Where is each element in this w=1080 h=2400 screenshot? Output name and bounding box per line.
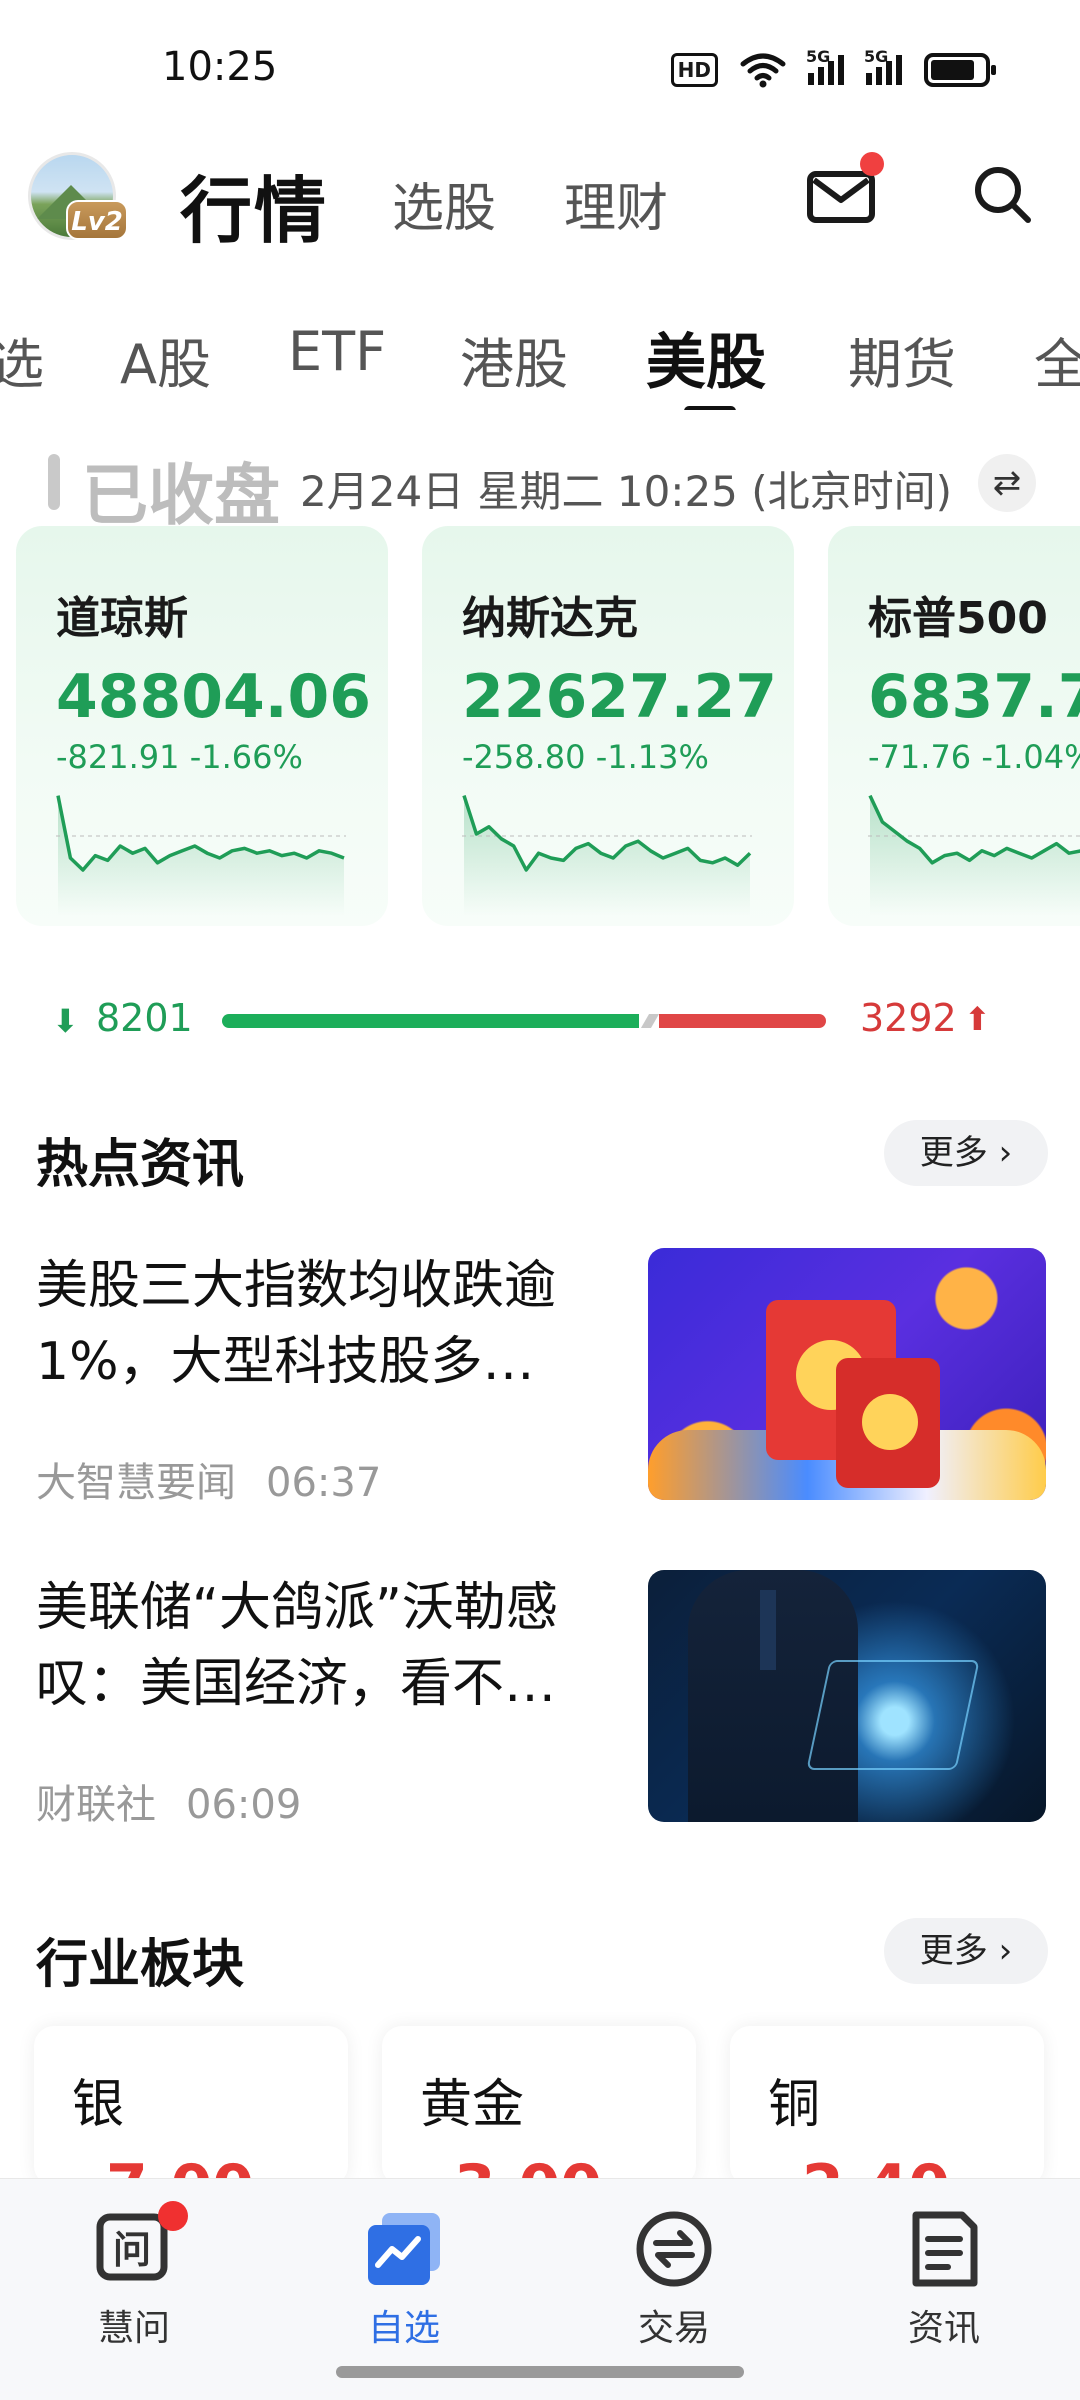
news-source: 财联社 (36, 1782, 156, 1828)
down-arrow-icon: ⬇ (52, 1002, 79, 1040)
nav-trade[interactable]: 交易 (604, 2209, 744, 2351)
sectors-more-button[interactable]: 更多 › (884, 1918, 1048, 1984)
status-bar-accent (48, 454, 60, 510)
home-indicator[interactable] (336, 2366, 744, 2378)
signal-label-2: 5G (864, 47, 889, 66)
index-sparkline (868, 794, 1080, 916)
breadth-down-segment (222, 1014, 639, 1028)
advance-decline-bar[interactable]: ⬇ 8201 3292 ⬆ (0, 990, 1080, 1050)
nav-ask[interactable]: 问 慧问 (64, 2201, 204, 2351)
hd-icon: HD (670, 53, 718, 87)
status-bar: 10:25 HD 5G 5G (0, 0, 1080, 140)
sectors-title: 行业板块 (36, 1935, 245, 1995)
tab-all[interactable]: 全 (1034, 320, 1080, 399)
search-icon[interactable] (970, 162, 1036, 228)
index-change: -258.80 -1.13% (462, 738, 709, 776)
sector-name: 铜 (768, 2075, 821, 2135)
index-change: -71.76 -1.04% (868, 738, 1080, 776)
index-value: 22627.27 (462, 662, 778, 732)
tab-futures[interactable]: 期货 (848, 320, 956, 399)
news-source: 大智慧要闻 (36, 1460, 236, 1506)
tab-us-stocks[interactable]: 美股 (646, 314, 766, 401)
breadth-flat-segment (640, 1014, 660, 1028)
sector-card[interactable]: 黄金 3.00 (382, 2026, 696, 2186)
sector-name: 银 (72, 2075, 125, 2135)
tab-etf[interactable]: ETF (288, 320, 386, 383)
tab-wealth[interactable]: 理财 (564, 166, 668, 241)
hot-news-title: 热点资讯 (36, 1135, 245, 1195)
market-status-row: 已收盘 2月24日 星期二 10:25 (北京时间) ⇄ (0, 440, 1080, 534)
tab-watchlist[interactable]: 选 (0, 320, 44, 399)
index-value: 6837.75 (868, 662, 1080, 732)
news-time: 06:37 (266, 1460, 382, 1506)
page-title[interactable]: 行情 (180, 152, 328, 257)
breadth-up-segment (659, 1014, 826, 1028)
active-tab-indicator (684, 406, 736, 410)
index-card-nasdaq[interactable]: 纳斯达克 22627.27 -258.80 -1.13% (422, 526, 794, 926)
index-name: 标普500 (868, 593, 1048, 644)
news-thumbnail (648, 1248, 1046, 1500)
app-header: Lv2 行情 选股 理财 (0, 140, 1080, 260)
news-thumbnail (648, 1570, 1046, 1822)
breadth-track (222, 1014, 826, 1028)
status-time: 10:25 (162, 44, 278, 90)
mail-icon[interactable] (806, 168, 878, 226)
notification-dot (860, 152, 884, 176)
ask-icon: 问 (94, 2201, 188, 2289)
nav-watchlist[interactable]: 自选 (334, 2209, 474, 2351)
sector-card[interactable]: 铜 2.40 (730, 2026, 1044, 2186)
watchlist-icon (364, 2209, 444, 2289)
index-card-dow[interactable]: 道琼斯 48804.06 -821.91 -1.66% (16, 526, 388, 926)
nav-label: 慧问 (97, 2308, 170, 2349)
status-icons: HD 5G 5G (670, 47, 996, 88)
wifi-icon (740, 53, 786, 88)
market-tabs: 选 A股 ETF 港股 美股 期货 全 (0, 300, 1080, 410)
advancers-count: 3292 (860, 996, 957, 1040)
market-closed-label: 已收盘 (82, 457, 280, 534)
nav-label: 自选 (367, 2308, 440, 2349)
index-card-sp500[interactable]: 标普500 6837.75 -71.76 -1.04% (828, 526, 1080, 926)
news-item[interactable]: 美联储“大鸽派”沃勒感叹：美国经济，看不… 财联社 06:09 (0, 1570, 1080, 1870)
nav-news[interactable]: 资讯 (874, 2209, 1014, 2351)
index-cards: 道琼斯 48804.06 -821.91 -1.66% 纳斯达克 22627.2… (0, 526, 1080, 926)
index-change: -821.91 -1.66% (56, 738, 303, 776)
swap-icon[interactable]: ⇄ (978, 454, 1036, 512)
signal-icon: 5G (806, 47, 844, 85)
tab-stock-picker[interactable]: 选股 (392, 166, 496, 241)
level-badge: Lv2 (66, 200, 128, 240)
notification-dot (158, 2201, 188, 2231)
market-datetime: 2月24日 星期二 10:25 (北京时间) (300, 467, 953, 516)
svg-text:问: 问 (113, 2228, 151, 2272)
index-name: 道琼斯 (56, 593, 188, 644)
news-time: 06:09 (186, 1782, 302, 1828)
nav-label: 资讯 (907, 2308, 980, 2349)
signal-icon-2: 5G (864, 47, 902, 85)
news-meta: 大智慧要闻 06:37 (36, 1450, 381, 1508)
news-title: 美联储“大鸽派”沃勒感叹：美国经济，看不… (36, 1578, 558, 1714)
index-name: 纳斯达克 (462, 593, 638, 644)
news-meta: 财联社 06:09 (36, 1772, 301, 1830)
nav-label: 交易 (637, 2308, 710, 2349)
hot-news-more-button[interactable]: 更多 › (884, 1120, 1048, 1186)
trade-icon (634, 2209, 714, 2289)
tab-hk-stocks[interactable]: 港股 (460, 320, 568, 399)
signal-label: 5G (806, 47, 831, 66)
up-arrow-icon: ⬆ (964, 1000, 991, 1038)
news-title: 美股三大指数均收跌逾1%，大型科技股多… (36, 1256, 557, 1392)
index-sparkline (56, 795, 346, 916)
index-value: 48804.06 (56, 662, 372, 732)
decliners-count: 8201 (96, 996, 193, 1040)
sector-card[interactable]: 银 7.00 (34, 2026, 348, 2186)
news-item[interactable]: 美股三大指数均收跌逾1%，大型科技股多… 大智慧要闻 06:37 (0, 1248, 1080, 1548)
tab-a-shares[interactable]: A股 (120, 320, 211, 399)
news-icon (904, 2209, 984, 2289)
sector-name: 黄金 (420, 2075, 525, 2135)
index-sparkline (462, 795, 752, 916)
battery-icon (924, 53, 996, 87)
